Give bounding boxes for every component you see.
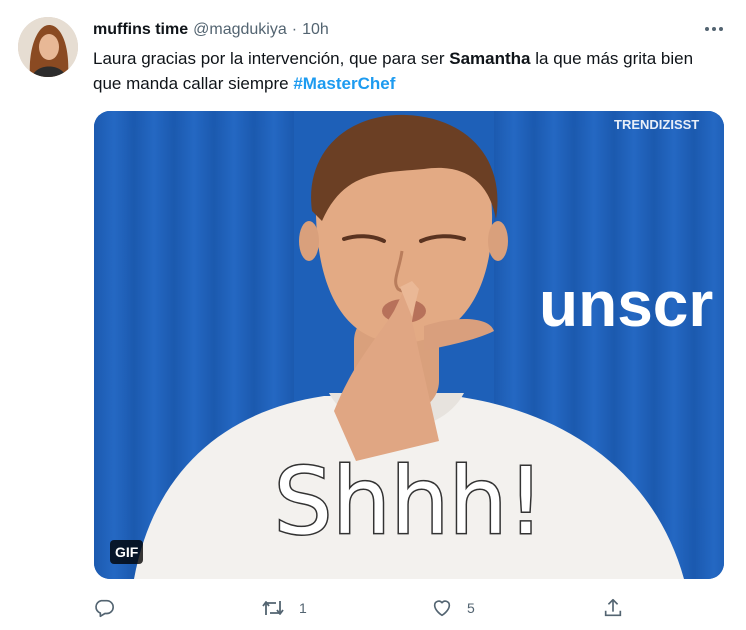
reply-icon	[95, 599, 114, 618]
more-options-button[interactable]	[700, 19, 728, 39]
tweet-text-part: Laura gracias por la intervención, que p…	[93, 49, 450, 68]
like-button[interactable]: 5	[431, 593, 475, 623]
retweet-count: 1	[299, 600, 307, 616]
tweet-actions: 1 5	[93, 593, 713, 623]
backdrop-text: unscr	[539, 268, 713, 340]
separator-dot: ·	[291, 21, 298, 38]
retweet-icon	[262, 601, 284, 615]
like-count: 5	[467, 600, 475, 616]
share-button[interactable]	[602, 593, 624, 623]
retweet-button[interactable]: 1	[261, 593, 307, 623]
reply-button[interactable]	[93, 593, 115, 623]
tweet-text-bold: Samantha	[449, 49, 531, 68]
tweet-timestamp[interactable]: 10h	[302, 21, 329, 39]
hashtag-link[interactable]: #MasterChef	[293, 74, 395, 93]
more-icon	[705, 27, 723, 31]
tweet-media-gif[interactable]: unscr TRENDIZISST Shhh!	[94, 111, 724, 579]
share-icon	[604, 598, 622, 617]
author-handle[interactable]: @magdukiya	[193, 21, 287, 39]
gif-caption: Shhh!	[274, 448, 544, 555]
avatar[interactable]	[18, 17, 78, 77]
tweet[interactable]: muffins time @magdukiya · 10h Laura grac…	[0, 0, 746, 630]
gif-watermark: TRENDIZISST	[614, 117, 699, 132]
heart-icon	[433, 600, 451, 617]
tweet-text: Laura gracias por la intervención, que p…	[93, 46, 723, 96]
author-name[interactable]: muffins time	[93, 21, 188, 39]
tweet-header: muffins time @magdukiya · 10h	[93, 18, 329, 42]
gif-badge: GIF	[110, 540, 144, 564]
